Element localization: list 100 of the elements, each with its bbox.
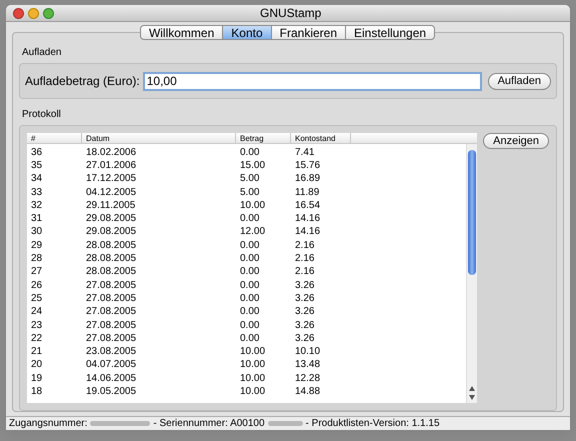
table-cell-text: 11.89 xyxy=(294,188,320,198)
table-cell-text: 28.08.2005 xyxy=(85,240,138,251)
blurred-text xyxy=(268,421,303,426)
table-cell-text: 27.08.2005 xyxy=(85,320,138,330)
tab[interactable]: Willkommen xyxy=(140,25,224,40)
column-header[interactable]: Datum xyxy=(82,133,236,143)
table-cell-text: 0.00 xyxy=(239,214,260,224)
table-cell-text: 29.08.2005 xyxy=(85,227,138,238)
table-cell-text: 27 xyxy=(30,267,44,278)
table-cell-text: 0.00 xyxy=(239,307,260,318)
table-cell-text: 10.00 xyxy=(239,200,266,211)
table-cell-text: 27.08.2005 xyxy=(85,307,138,318)
arrow-down-icon[interactable] xyxy=(469,395,476,400)
field-label: Aufladebetrag (Euro): xyxy=(25,73,140,90)
table-cell-text: 3.26 xyxy=(294,334,316,344)
table-cell-text: 7.41 xyxy=(294,148,316,158)
table-cell-text: 35 xyxy=(30,160,44,171)
table-cell-text: 20 xyxy=(30,360,44,370)
table-cell-text: 10.00 xyxy=(239,374,266,384)
table-cell-text: 34 xyxy=(30,174,44,184)
zoom-button[interactable] xyxy=(43,8,54,18)
table-cell-text: 5.00 xyxy=(239,174,260,184)
table-cell-text: 23 xyxy=(30,320,44,330)
table-cell-text: 18.02.2006 xyxy=(85,148,138,158)
table-cell-text: 27.01.2006 xyxy=(85,160,138,171)
table-cell-text: 29.11.2005 xyxy=(85,200,136,211)
table-cell-text: 0.00 xyxy=(239,148,260,158)
group-label: Aufladen xyxy=(22,46,62,60)
table-cell-text: 36 xyxy=(30,148,44,158)
table-cell-text: 33 xyxy=(30,188,44,198)
table-cell-text: 5.00 xyxy=(239,188,260,198)
table-cell-text: 32 xyxy=(30,200,44,211)
recharge-button[interactable]: Aufladen xyxy=(488,72,551,90)
window-title: GNUStamp xyxy=(260,5,322,22)
table-cell-text: 2.16 xyxy=(294,254,316,264)
minimize-button[interactable] xyxy=(28,8,39,18)
blurred-text xyxy=(90,421,150,426)
table-cell-text: 04.12.2005 xyxy=(85,188,138,198)
table-cell-text: 29.08.2005 xyxy=(85,214,138,224)
table-cell-text: 29 xyxy=(30,240,44,251)
tab[interactable]: Einstellungen xyxy=(345,25,436,40)
table-cell-text: 28.08.2005 xyxy=(85,254,138,264)
table-cell-text: 0.00 xyxy=(239,254,260,264)
table-cell-text: 10.00 xyxy=(239,347,266,358)
table-cell-text: 31 xyxy=(30,214,44,224)
table-cell-text: 14.88 xyxy=(294,386,322,397)
status-text: - Seriennummer: A00100 xyxy=(153,417,265,431)
arrow-up-icon[interactable] xyxy=(469,386,476,391)
column-header[interactable]: # xyxy=(27,133,82,143)
tab[interactable]: Konto xyxy=(222,25,272,40)
table-cell-text: 16.54 xyxy=(294,200,322,211)
close-button[interactable] xyxy=(13,8,24,18)
table-cell-text: 0.00 xyxy=(239,320,260,330)
table-cell-text: 0.00 xyxy=(239,240,260,251)
table-cell-text: 2.16 xyxy=(294,240,316,251)
table-cell-text: 12.28 xyxy=(294,374,322,384)
table-cell-text: 3.26 xyxy=(294,280,316,291)
table-cell-text: 24 xyxy=(30,307,44,318)
table-cell-text: 14.16 xyxy=(294,214,322,224)
table-cell-text: 12.00 xyxy=(239,227,266,238)
table-cell-text: 19 xyxy=(30,374,44,384)
table-cell-text: 27.08.2005 xyxy=(85,294,138,304)
table-cell-text: 0.00 xyxy=(239,334,260,344)
table-cell-text: 26 xyxy=(30,280,44,291)
show-button[interactable]: Anzeigen xyxy=(483,133,549,149)
table-cell-text: 30 xyxy=(30,227,44,238)
scrollbar-thumb[interactable] xyxy=(468,150,476,275)
table-cell-text: 25 xyxy=(30,294,44,304)
table-cell-text: 04.07.2005 xyxy=(85,360,138,370)
table-cell-text: 14.06.2005 xyxy=(85,374,138,384)
table-cell-text: 17.12.2005 xyxy=(85,174,138,184)
column-header[interactable]: Kontostand xyxy=(291,133,351,143)
table-cell-text: 3.26 xyxy=(294,320,316,330)
table-cell-text: 23.08.2005 xyxy=(85,347,138,358)
status-text: - Produktlisten-Version: 1.1.15 xyxy=(306,417,440,431)
amount-field[interactable]: 10,00 xyxy=(142,72,482,90)
table-cell-text: 14.16 xyxy=(294,227,322,238)
column-header[interactable]: Betrag xyxy=(236,133,291,143)
scrollbar[interactable] xyxy=(466,144,478,403)
table-cell-text: 27.08.2005 xyxy=(85,280,138,291)
status-text: Zugangsnummer: xyxy=(9,417,88,431)
table-cell-text: 10.00 xyxy=(239,360,266,370)
table-cell-text: 10.00 xyxy=(239,386,266,397)
table-cell-text: 0.00 xyxy=(239,280,260,291)
table-cell-text: 19.05.2005 xyxy=(85,386,138,397)
table-cell-text: 10.10 xyxy=(294,347,322,358)
table-cell-text: 0.00 xyxy=(239,294,260,304)
table-cell-text: 16.89 xyxy=(294,174,322,184)
table-cell-text: 22 xyxy=(30,334,44,344)
table-cell-text: 3.26 xyxy=(294,307,316,318)
table-cell-text: 15.76 xyxy=(294,160,322,171)
table-cell-text: 21 xyxy=(30,347,44,358)
table-cell-text: 28 xyxy=(30,254,44,264)
tab[interactable]: Frankieren xyxy=(270,25,346,40)
table-cell-text: 15.00 xyxy=(239,160,266,171)
table-cell-text: 0.00 xyxy=(239,267,260,278)
table-cell-text: 2.16 xyxy=(294,267,316,278)
table-cell-text: 18 xyxy=(30,386,44,397)
table-cell-text: 13.48 xyxy=(294,360,322,370)
table-cell-text: 3.26 xyxy=(294,294,316,304)
